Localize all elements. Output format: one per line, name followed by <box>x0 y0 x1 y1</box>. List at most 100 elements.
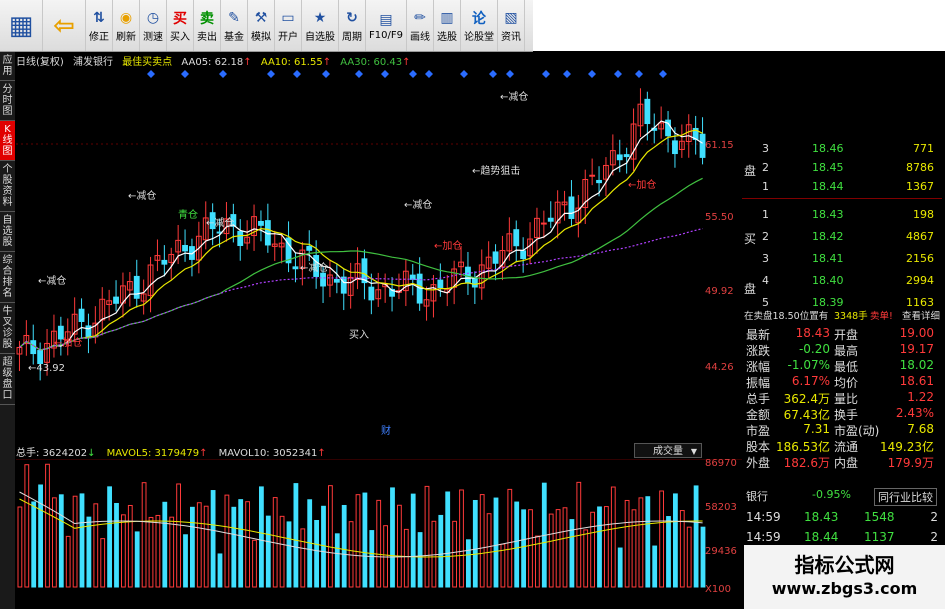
volume-bar <box>604 506 609 588</box>
signal-diamond <box>506 70 514 78</box>
candle-body <box>37 350 44 365</box>
sell-level-row[interactable]: 2 18.45 8786 <box>742 159 942 177</box>
volume-chart[interactable] <box>16 459 742 609</box>
vol-label-2: 58203 <box>705 502 737 513</box>
quote-row: 涨跌 -0.20 最高 19.17 <box>742 342 942 358</box>
left-tab-7[interactable]: 超级盘口 <box>0 354 15 405</box>
quote-label: 外盘 <box>746 456 771 470</box>
quote-row: 振幅 6.17% 均价 18.61 <box>742 374 942 390</box>
quote-value: 67.43亿 <box>783 408 830 422</box>
quote-label: 市盈 <box>746 424 771 438</box>
toolbar-grid-button[interactable]: ▦ <box>0 0 43 51</box>
volume-bar <box>403 528 409 588</box>
toolbar-cycle-button[interactable]: ↻ 周期 <box>339 0 366 51</box>
left-tab-1[interactable]: 分时图 <box>0 81 15 121</box>
left-tab-5[interactable]: 综合排名 <box>0 252 15 303</box>
buy-level-row[interactable]: 4 18.40 2994 <box>742 272 942 290</box>
candle-body <box>113 296 119 304</box>
volume-bar <box>562 507 568 588</box>
quote-panel: 盘 3 18.46 771 2 18.45 8786 1 18.44 1367 买盘 1 18.43 19… <box>742 140 942 609</box>
left-tab-0[interactable]: 应用 <box>0 52 15 81</box>
volume-bar <box>645 496 651 588</box>
large-order-notice[interactable]: 在卖盘18.50位置有 3348手 卖单! 查看详细 <box>742 306 942 324</box>
buy-level-row[interactable]: 1 18.43 198 <box>742 206 942 224</box>
toolbar-card-button[interactable]: ▭ 开户 <box>275 0 302 51</box>
volume-bar <box>245 501 250 588</box>
signal-diamond <box>381 70 389 78</box>
pencil-icon: ✏ <box>414 10 426 26</box>
toolbar-clock-button[interactable]: ◷ 测速 <box>140 0 167 51</box>
toolbar-sell-button[interactable]: 卖卖出 <box>194 0 221 51</box>
candle-body <box>78 308 85 322</box>
level-number: 3 <box>762 252 769 265</box>
level-volume: 4867 <box>906 230 934 243</box>
notice-detail-link[interactable]: 查看详细 <box>902 308 940 322</box>
toolbar-updown-button[interactable]: ⇅ 修正 <box>86 0 113 51</box>
buy-level-row[interactable]: 3 18.41 2156 <box>742 250 942 268</box>
level-volume: 771 <box>913 142 934 155</box>
left-tab-3[interactable]: 个股资料 <box>0 161 15 212</box>
candle-body <box>568 196 575 219</box>
toolbar-news-button[interactable]: ▧ 资讯 <box>498 0 525 51</box>
left-tab-4[interactable]: 自选股 <box>0 212 15 252</box>
sell-level-row[interactable]: 1 18.44 1367 <box>742 178 942 196</box>
star-folder-icon: ★ <box>313 10 327 26</box>
volume-bar <box>162 501 168 588</box>
toolbar-label: 画线 <box>409 32 430 43</box>
volume-bar <box>438 514 444 588</box>
toolbar-buy-button[interactable]: 买买入 <box>167 0 194 51</box>
volume-bar <box>548 513 554 588</box>
candle-body <box>182 244 188 252</box>
toolbar-coin-button[interactable]: ◉ 刷新 <box>113 0 140 51</box>
signal-diamond <box>588 70 596 78</box>
sell-level-row[interactable]: 3 18.46 771 <box>742 140 942 158</box>
ma10-line <box>19 129 703 351</box>
quote-label: 股本 <box>746 440 771 454</box>
signal-diamond <box>425 70 433 78</box>
candle-body <box>465 266 471 284</box>
filter-icon: ▥ <box>440 10 454 26</box>
level-volume: 1367 <box>906 180 934 193</box>
volume-bar <box>100 538 106 588</box>
toolbar-hammer-button[interactable]: ⚒ 模拟 <box>248 0 275 51</box>
sector-compare-button[interactable]: 同行业比较 <box>874 488 937 506</box>
toolbar-pen-button[interactable]: ✎ 基金 <box>221 0 248 51</box>
toolbar-pencil-button[interactable]: ✏ 画线 <box>407 0 434 51</box>
level-price: 18.41 <box>812 252 844 265</box>
quote-row: 最新 18.43 开盘 19.00 <box>742 326 942 342</box>
left-tab-6[interactable]: 牛叉诊股 <box>0 303 15 354</box>
buy-level-row[interactable]: 2 18.42 4867 <box>742 228 942 246</box>
volume-bar <box>45 463 50 588</box>
toolbar-back-arrow-button[interactable]: ⇦ <box>43 0 86 51</box>
volume-bar <box>231 506 237 588</box>
tick-row: 14:59 18.43 1548 2 <box>742 510 942 526</box>
sector-change: -0.95% <box>812 488 851 501</box>
volume-bar <box>141 482 147 588</box>
toolbar-label: 选股 <box>436 32 457 43</box>
hammer-icon: ⚒ <box>254 10 268 26</box>
volume-bar <box>155 514 161 588</box>
notice-type: 卖单! <box>870 311 893 322</box>
volume-bar <box>58 494 64 588</box>
volume-bar <box>190 506 195 588</box>
toolbar-star-folder-button[interactable]: ★ 自选股 <box>302 0 339 51</box>
volume-indicator-dropdown[interactable]: 成交量 ▼ <box>634 443 702 458</box>
kline-chart[interactable]: ←减仓←减仓←减仓←减仓←减仓←减仓青仓←加仓←加仓←加仓←趋势狙击买入财←43… <box>16 66 742 442</box>
quote-label: 最低 <box>834 360 859 374</box>
volume-bar <box>265 515 271 588</box>
toolbar-talk-button[interactable]: 论论股堂 <box>461 0 498 51</box>
quote-label: 涨跌 <box>746 344 771 358</box>
toolbar-doc-button[interactable]: ▤ F10/F9 <box>366 0 407 51</box>
signal-diamond <box>147 70 155 78</box>
candle-body <box>492 251 499 264</box>
signal-diamond <box>355 70 363 78</box>
updown-icon: ⇅ <box>93 10 105 26</box>
toolbar-label: 卖出 <box>197 32 217 43</box>
vol-label-4: X100 <box>705 584 731 595</box>
signal-diamond <box>219 70 227 78</box>
left-tab-2[interactable]: K线图 <box>0 121 15 161</box>
toolbar-filter-button[interactable]: ▥ 选股 <box>434 0 461 51</box>
news-icon: ▧ <box>504 10 518 26</box>
candle-body <box>547 217 554 222</box>
jiacang-label: ←加仓 <box>434 239 462 252</box>
